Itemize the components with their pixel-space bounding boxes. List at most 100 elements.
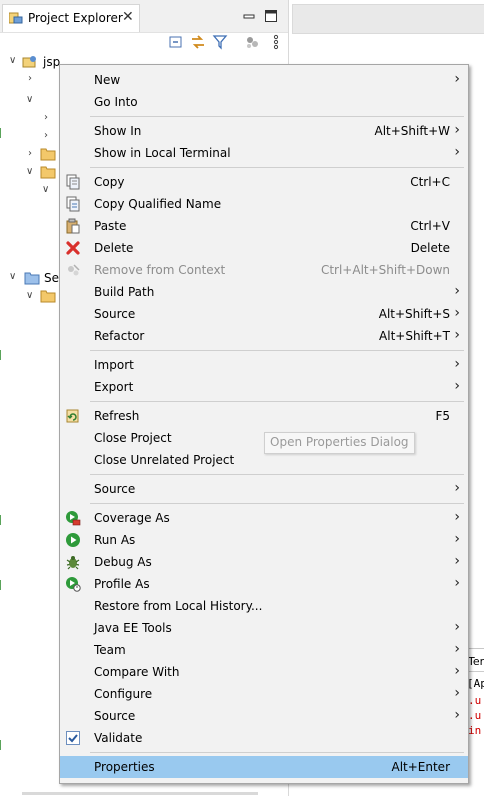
menu-item-source-2[interactable]: Source › bbox=[60, 478, 468, 500]
copy-qualified-name-icon bbox=[66, 196, 80, 212]
menu-item-label: Delete bbox=[94, 241, 134, 255]
menu-item-show-in-local-terminal[interactable]: Show in Local Terminal › bbox=[60, 142, 468, 164]
menu-item-label: Validate bbox=[94, 731, 143, 745]
menu-item-export[interactable]: Export › bbox=[60, 376, 468, 398]
collapse-all-icon[interactable] bbox=[168, 34, 184, 50]
menu-separator bbox=[90, 350, 464, 351]
chevron-down-icon[interactable]: ∨ bbox=[26, 290, 33, 301]
chevron-right-icon: › bbox=[454, 575, 460, 591]
focus-task-icon[interactable] bbox=[244, 34, 260, 50]
view-title: Project Explorer bbox=[28, 11, 123, 25]
tab-project-explorer[interactable]: Project Explorer ✕ bbox=[2, 4, 140, 32]
delete-icon bbox=[66, 241, 80, 255]
menu-item-show-in[interactable]: Show In Alt+Shift+W › bbox=[60, 120, 468, 142]
console-tab-label[interactable]: Ter bbox=[468, 655, 484, 668]
decoration-mark bbox=[0, 740, 4, 750]
folder-icon bbox=[40, 166, 56, 179]
chevron-right-icon[interactable]: › bbox=[28, 73, 32, 84]
menu-item-label: Export bbox=[94, 380, 134, 394]
menu-item-label: Source bbox=[94, 307, 136, 321]
tree-item-jsp[interactable]: ∨ jsp bbox=[0, 52, 60, 72]
menu-item-profile-as[interactable]: Profile As › bbox=[60, 573, 468, 595]
chevron-down-icon[interactable]: ∨ bbox=[42, 184, 49, 195]
folder-icon bbox=[40, 290, 56, 303]
menu-item-build-path[interactable]: Build Path › bbox=[60, 281, 468, 303]
menu-item-compare-with[interactable]: Compare With › bbox=[60, 661, 468, 683]
close-icon[interactable]: ✕ bbox=[122, 10, 134, 24]
chevron-down-icon[interactable]: ∨ bbox=[9, 55, 16, 66]
menu-item-refactor[interactable]: Refactor Alt+Shift+T › bbox=[60, 325, 468, 347]
horizontal-scrollbar[interactable] bbox=[22, 792, 258, 795]
menu-item-run-as[interactable]: Run As › bbox=[60, 529, 468, 551]
menu-item-team[interactable]: Team › bbox=[60, 639, 468, 661]
menu-item-copy-qualified-name[interactable]: Copy Qualified Name bbox=[60, 193, 468, 215]
link-with-editor-icon[interactable] bbox=[190, 34, 206, 50]
menu-item-label: Configure bbox=[94, 687, 153, 701]
chevron-down-icon[interactable]: ∨ bbox=[9, 271, 16, 282]
chevron-right-icon: › bbox=[454, 122, 460, 138]
menu-item-remove-from-context[interactable]: Remove from Context Ctrl+Alt+Shift+Down bbox=[60, 259, 468, 281]
chevron-right-icon[interactable]: › bbox=[44, 130, 48, 141]
menu-item-restore-from-local-history[interactable]: Restore from Local History... bbox=[60, 595, 468, 617]
menu-item-new[interactable]: New › bbox=[60, 69, 468, 91]
console-line: in bbox=[468, 724, 482, 737]
chevron-down-icon[interactable]: ∨ bbox=[26, 166, 33, 177]
menu-item-refresh[interactable]: Refresh F5 bbox=[60, 405, 468, 427]
folder-icon bbox=[40, 148, 56, 161]
chevron-right-icon: › bbox=[454, 327, 460, 343]
menu-item-label: Coverage As bbox=[94, 511, 170, 525]
chevron-right-icon[interactable]: › bbox=[28, 148, 32, 159]
menu-separator bbox=[90, 116, 464, 117]
menu-item-label: Import bbox=[94, 358, 134, 372]
menu-item-shortcut: Alt+Shift+T bbox=[379, 329, 450, 343]
debug-bug-icon bbox=[66, 556, 80, 570]
menu-item-shortcut: Alt+Shift+S bbox=[378, 307, 450, 321]
menu-item-source[interactable]: Source Alt+Shift+S › bbox=[60, 303, 468, 325]
properties-tooltip: Open Properties Dialog bbox=[264, 432, 415, 454]
tree-item-servers[interactable]: ∨ Ser bbox=[0, 268, 64, 288]
chevron-right-icon: › bbox=[454, 685, 460, 701]
menu-item-label: Team bbox=[94, 643, 126, 657]
menu-item-label: Source bbox=[94, 709, 136, 723]
menu-item-configure[interactable]: Configure › bbox=[60, 683, 468, 705]
menu-item-label: Refactor bbox=[94, 329, 145, 343]
refresh-icon bbox=[66, 409, 79, 423]
maximize-icon[interactable] bbox=[264, 9, 278, 23]
chevron-right-icon: › bbox=[454, 480, 460, 496]
chevron-right-icon: › bbox=[454, 378, 460, 394]
menu-item-label: Show in Local Terminal bbox=[94, 146, 231, 160]
menu-item-validate[interactable]: Validate bbox=[60, 727, 468, 749]
profile-icon bbox=[66, 577, 81, 592]
menu-item-go-into[interactable]: Go Into bbox=[60, 91, 468, 113]
view-menu-icon[interactable] bbox=[268, 34, 284, 50]
menu-item-label: Copy Qualified Name bbox=[94, 197, 222, 211]
menu-item-label: Run As bbox=[94, 533, 136, 547]
menu-item-java-ee-tools[interactable]: Java EE Tools › bbox=[60, 617, 468, 639]
chevron-right-icon: › bbox=[454, 71, 460, 87]
menu-item-copy[interactable]: Copy Ctrl+C bbox=[60, 171, 468, 193]
menu-item-import[interactable]: Import › bbox=[60, 354, 468, 376]
menu-item-debug-as[interactable]: Debug As › bbox=[60, 551, 468, 573]
chevron-right-icon: › bbox=[454, 144, 460, 160]
menu-item-properties[interactable]: Properties Alt+Enter bbox=[60, 756, 468, 778]
chevron-down-icon[interactable]: ∨ bbox=[26, 94, 33, 105]
menu-separator bbox=[90, 401, 464, 402]
view-tab-bar: Project Explorer ✕ bbox=[0, 0, 288, 33]
console-line: .u bbox=[468, 694, 482, 707]
menu-separator bbox=[90, 167, 464, 168]
menu-item-label: Restore from Local History... bbox=[94, 599, 263, 613]
menu-item-delete[interactable]: Delete Delete bbox=[60, 237, 468, 259]
menu-item-source-3[interactable]: Source › bbox=[60, 705, 468, 727]
menu-item-label: New bbox=[94, 73, 121, 87]
filter-icon[interactable] bbox=[212, 34, 228, 50]
minimize-icon[interactable] bbox=[242, 9, 256, 23]
menu-item-paste[interactable]: Paste Ctrl+V bbox=[60, 215, 468, 237]
menu-item-coverage-as[interactable]: Coverage As › bbox=[60, 507, 468, 529]
console-line: .u bbox=[468, 709, 482, 722]
chevron-right-icon[interactable]: › bbox=[44, 112, 48, 123]
run-icon bbox=[66, 533, 80, 547]
menu-item-label: Compare With bbox=[94, 665, 180, 679]
menu-item-shortcut: Ctrl+Alt+Shift+Down bbox=[320, 263, 450, 277]
chevron-right-icon: › bbox=[454, 663, 460, 679]
paste-icon bbox=[66, 218, 80, 234]
